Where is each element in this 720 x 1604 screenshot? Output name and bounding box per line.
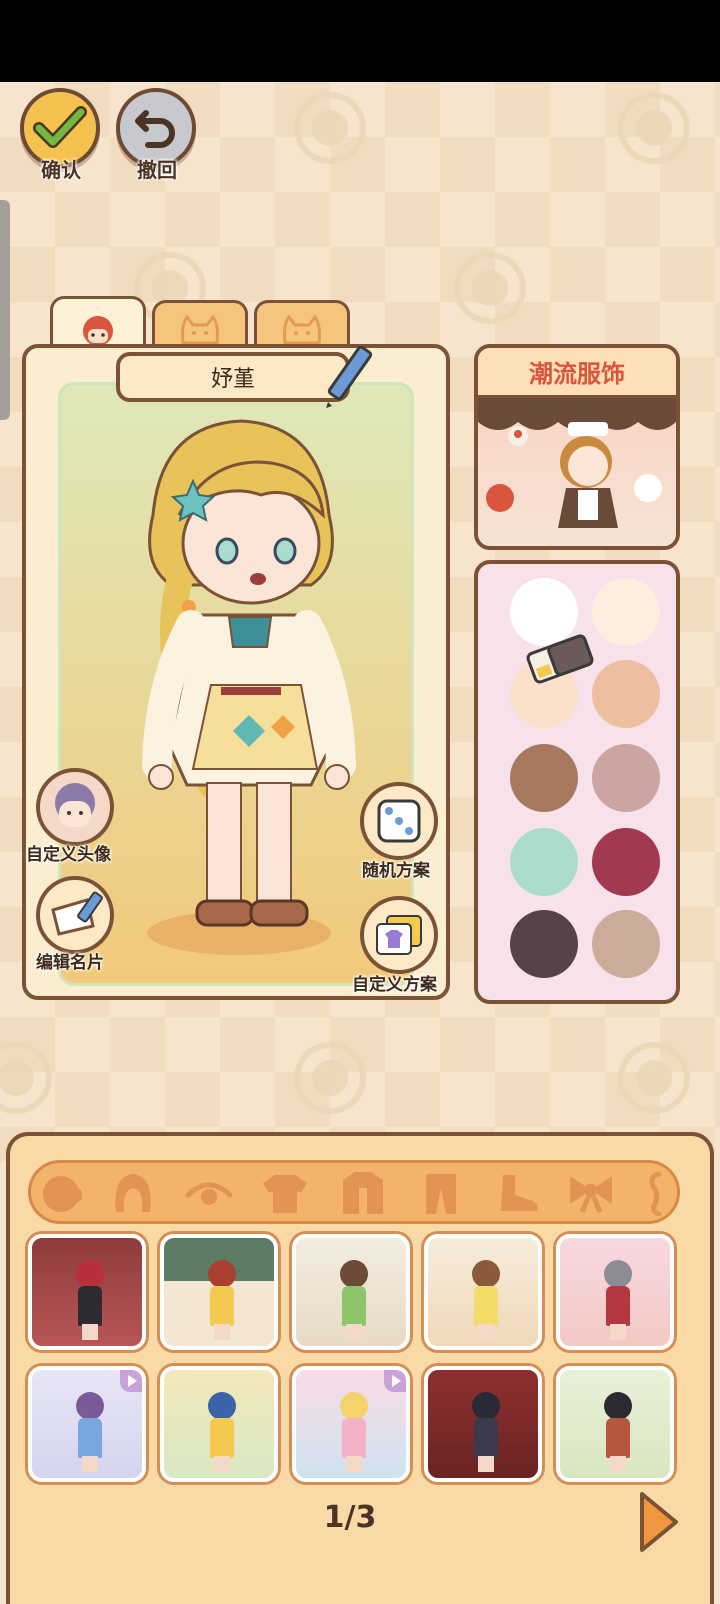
undo-label: 撤回 [137,158,177,182]
outfit-card[interactable] [160,1234,278,1350]
sun-decoration [294,92,366,164]
avatar-icon [55,783,95,827]
custom-avatar-label: 自定义头像 [26,845,111,865]
category-accessories[interactable] [564,1168,618,1218]
page-indicator: 1/3 [323,1500,377,1535]
color-palette [474,560,680,1004]
dice-icon [377,799,421,843]
sun-decoration [618,1042,690,1114]
category-eyes[interactable] [182,1168,236,1218]
color-swatch[interactable] [592,744,660,812]
checkmark-icon [33,106,87,148]
hanger-icon [649,1171,662,1216]
edit-card-button[interactable] [36,876,114,954]
outfit-card[interactable] [556,1234,674,1350]
outfit-card[interactable] [292,1366,410,1482]
custom-plan-label: 自定义方案 [352,975,437,995]
custom-avatar-button[interactable] [36,768,114,846]
confirm-label: 确认 [41,158,81,182]
video-badge-icon [120,1370,142,1392]
pants-icon [426,1174,456,1214]
eye-icon [185,1182,233,1205]
random-plan-label: 随机方案 [362,861,430,881]
category-face[interactable] [34,1168,88,1218]
category-tops[interactable] [258,1168,312,1218]
outfit-card[interactable] [292,1234,410,1350]
color-swatch[interactable] [510,910,578,978]
outfit-card[interactable] [424,1234,542,1350]
cat-icon [181,313,219,344]
edit-card-label: 编辑名片 [36,953,104,973]
color-swatch[interactable] [592,578,660,646]
category-bottoms[interactable] [414,1168,468,1218]
theme-title: 潮流服饰 [478,348,676,398]
theme-card[interactable]: 潮流服饰 [474,344,680,550]
outfit-card[interactable] [28,1234,146,1350]
sun-decoration [454,252,526,324]
sun-decoration [294,1042,366,1114]
outfit-cards-icon [376,915,422,955]
cat-icon [283,313,321,344]
category-coats[interactable] [336,1168,390,1218]
side-drawer-handle[interactable] [0,200,10,420]
shirt-icon [263,1175,307,1213]
shoe-icon [501,1175,538,1211]
outfit-card[interactable] [556,1366,674,1482]
sun-decoration [618,92,690,164]
character-illustration [142,419,356,955]
outfit-card[interactable] [160,1366,278,1482]
face-icon [43,1176,82,1212]
hair-icon [115,1174,151,1212]
random-plan-button[interactable] [360,782,438,860]
character-face-icon [83,315,113,346]
eraser-icon[interactable] [522,634,598,684]
sun-decoration [0,1042,52,1114]
color-swatch[interactable] [510,744,578,812]
color-swatch[interactable] [592,660,660,728]
character-name-field[interactable]: 妤堇 [116,352,350,402]
outfit-card[interactable] [424,1366,542,1482]
color-swatch[interactable] [510,828,578,896]
category-shoes[interactable] [490,1168,544,1218]
category-more[interactable] [638,1168,678,1218]
color-swatch[interactable] [592,910,660,978]
coat-icon [343,1172,383,1214]
bow-icon [570,1176,612,1213]
category-hair[interactable] [106,1168,160,1218]
custom-plan-button[interactable] [360,896,438,974]
color-swatch[interactable] [592,828,660,896]
theme-preview-image [478,398,676,546]
status-bar [0,0,720,82]
pencil-icon[interactable] [320,346,376,410]
outfit-card[interactable] [28,1366,146,1482]
edit-card-icon [51,891,103,936]
next-page-arrow-icon[interactable] [636,1490,680,1554]
undo-arrow-icon [135,110,175,148]
video-badge-icon [384,1370,406,1392]
character-stage [58,382,414,986]
